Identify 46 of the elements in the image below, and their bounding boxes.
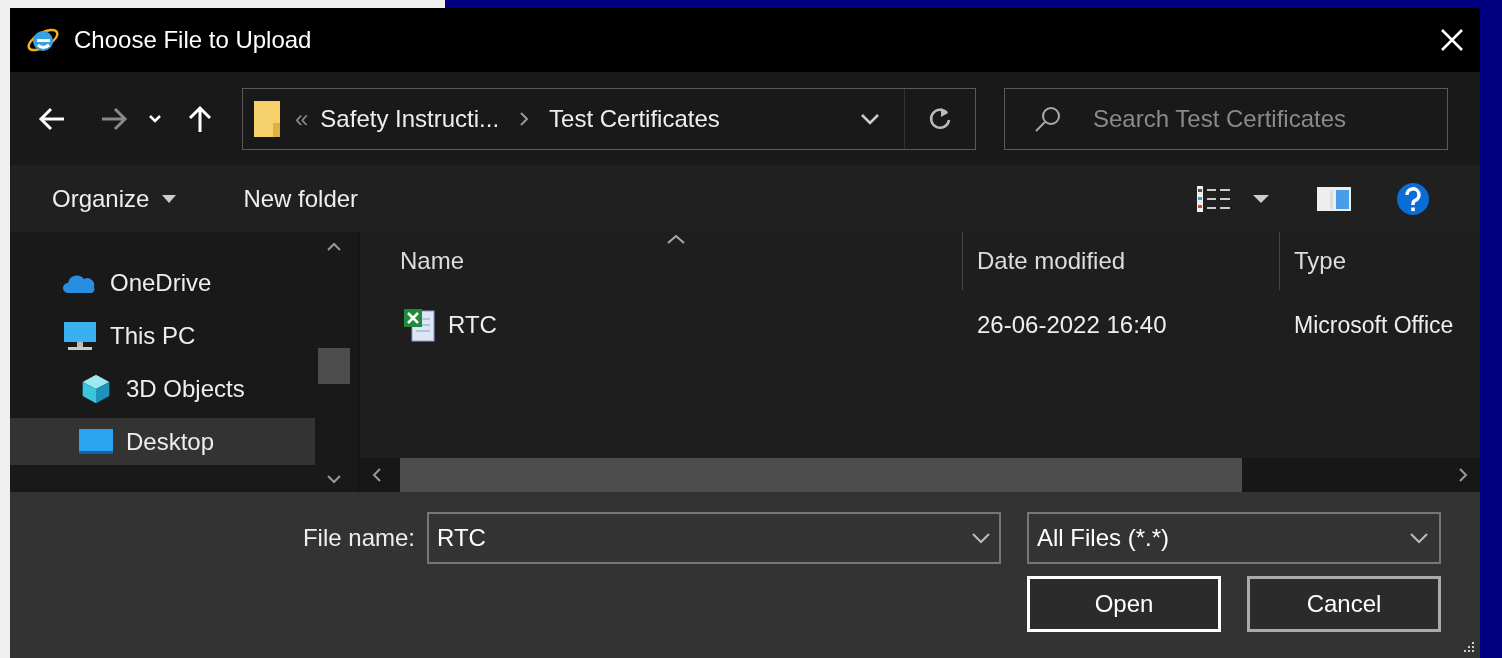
up-arrow-icon[interactable] [186, 104, 214, 133]
file-name-cell[interactable]: RTC [448, 311, 497, 339]
breadcrumb-item[interactable]: Safety Instructi... [320, 104, 500, 133]
dialog-button[interactable]: Open [1027, 576, 1221, 632]
column-header[interactable]: Type [1279, 232, 1480, 290]
scrollbar-thumb[interactable] [318, 348, 350, 384]
file-name-field[interactable]: RTC [427, 512, 1001, 564]
preview-pane-icon[interactable] [1316, 185, 1352, 212]
caret-icon[interactable] [1252, 193, 1270, 204]
view-options-icon[interactable] [1196, 184, 1232, 213]
chevron-down-icon[interactable] [971, 532, 991, 544]
window-title: Choose File to Upload [74, 26, 312, 54]
nav-item[interactable]: OneDrive [10, 259, 315, 306]
scroll-right-icon[interactable] [1458, 467, 1468, 483]
resize-grip-icon[interactable] [1461, 640, 1475, 654]
dialog-button[interactable]: Cancel [1247, 576, 1441, 632]
date-cell: 26-06-2022 16:40 [977, 311, 1167, 339]
help-icon[interactable] [1396, 181, 1430, 216]
file-type-dropdown[interactable]: All Files (*.*) [1027, 512, 1441, 564]
chevron-down-icon [1409, 532, 1429, 544]
scrollbar-thumb[interactable] [400, 458, 1242, 492]
search-icon [1034, 104, 1062, 133]
scroll-up-icon[interactable] [326, 242, 342, 252]
monitor-icon [62, 319, 98, 352]
search-field[interactable]: Search Test Certificates [1004, 87, 1448, 150]
address-bar[interactable]: « Safety Instructi... Test Certificates [242, 87, 976, 150]
close-icon[interactable] [1440, 28, 1464, 52]
column-header[interactable]: Date modified [962, 232, 1279, 290]
scroll-left-icon[interactable] [372, 467, 382, 483]
folder-icon [253, 98, 281, 139]
breadcrumb-item[interactable]: Test Certificates [549, 104, 720, 133]
chevron-down-icon[interactable] [860, 112, 880, 125]
nav-item[interactable]: Desktop [10, 418, 315, 465]
column-header[interactable]: Name [360, 232, 962, 290]
organize-button[interactable]: Organize [48, 178, 182, 219]
overflow-chevrons[interactable]: « [295, 104, 309, 133]
new-folder-button[interactable]: New folder [239, 178, 363, 219]
caret-icon [161, 193, 178, 204]
file-name-label: File name: [302, 524, 415, 552]
spreadsheet-file-icon [402, 307, 438, 343]
nav-item[interactable]: 3D Objects [10, 365, 315, 412]
refresh-icon[interactable] [927, 105, 953, 132]
type-cell: Microsoft Office [1294, 311, 1454, 339]
scroll-down-icon[interactable] [326, 474, 342, 484]
chevron-right-icon [519, 110, 530, 127]
nav-item[interactable]: This PC [10, 312, 315, 359]
